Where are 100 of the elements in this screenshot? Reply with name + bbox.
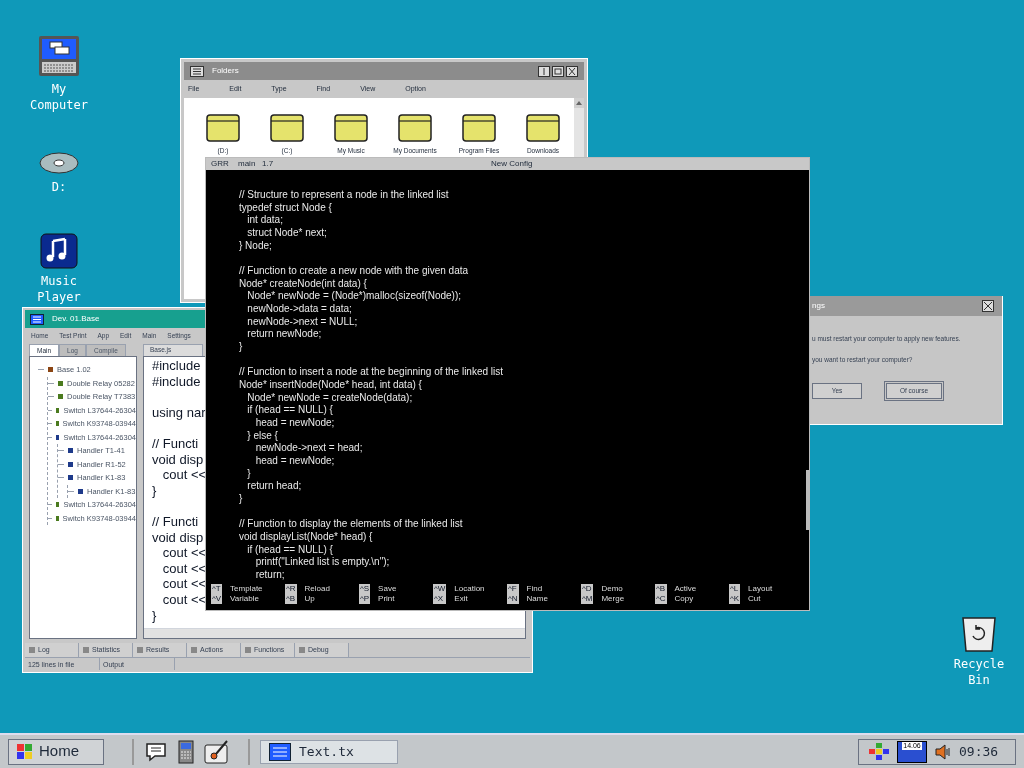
code-line: }: [239, 341, 243, 354]
shortcut-key[interactable]: ^P: [360, 593, 370, 604]
window-title: Folders: [212, 65, 240, 77]
start-button[interactable]: Home: [8, 738, 104, 765]
code-line: head = newNode;: [254, 417, 335, 430]
chat-bubble-icon[interactable]: [144, 740, 168, 763]
tab-icon: [191, 647, 197, 653]
document-icon: [269, 742, 291, 761]
folder-icon: [526, 114, 560, 142]
disc-icon[interactable]: [39, 151, 79, 175]
code-line: return;: [254, 569, 285, 582]
header-text: 1.7: [262, 158, 275, 170]
logo-icon: [17, 743, 33, 760]
header-text: main: [238, 158, 257, 170]
shortcut-label: Cut: [748, 593, 762, 604]
code-line: return head;: [246, 480, 302, 494]
shortcut-label: Merge: [601, 593, 625, 604]
code-line: Node* newNode = createNode(data);: [246, 391, 413, 405]
shortcut-label: Up: [304, 593, 316, 604]
tab-icon: [137, 647, 143, 653]
menu-icon[interactable]: [30, 313, 44, 325]
minimize-icon[interactable]: [538, 65, 550, 77]
shortcut-key[interactable]: ^B: [656, 583, 666, 594]
task-button[interactable]: Text.tx: [260, 739, 398, 764]
shortcut-key[interactable]: ^X: [434, 593, 446, 604]
maximize-icon[interactable]: [552, 65, 564, 77]
shortcut-key[interactable]: ^N: [508, 593, 518, 604]
code-line: Node* insertNode(Node* head, int data) {: [239, 379, 422, 392]
clock: 09:36: [959, 742, 999, 761]
code-line: void displayList(Node* head) {: [239, 531, 373, 544]
shortcut-label: Reload: [304, 583, 330, 594]
menu-icon[interactable]: [190, 65, 204, 77]
shortcut-label: Variable: [230, 593, 260, 604]
scrollbar-thumb[interactable]: [806, 470, 809, 530]
code-line: cout <<: [161, 545, 207, 561]
code-line: newNode->next = NULL;: [246, 315, 358, 329]
folder-icon: [398, 114, 432, 142]
shortcut-label: Name: [526, 593, 548, 604]
code-line: int data;: [246, 214, 283, 227]
code-line: Node* createNode(int data) {: [239, 277, 367, 291]
header-text: GRR: [211, 158, 230, 170]
code-line: } Node;: [239, 239, 272, 253]
folder-icon: [270, 114, 304, 142]
code-line: cout <<: [161, 591, 207, 608]
shortcut-key[interactable]: ^B: [286, 593, 296, 604]
folder-icon: [206, 114, 240, 142]
tab-icon: [245, 647, 251, 653]
code-line: // Structure to represent a node in the linked list: [239, 189, 449, 202]
shortcut-key[interactable]: ^D: [582, 583, 593, 594]
code-line: #include: [152, 358, 201, 374]
window-title: Dev. 01.Base: [52, 313, 100, 325]
code-line: #include: [152, 373, 201, 390]
code-line: typedef struct Node {: [239, 201, 332, 215]
shortcut-key[interactable]: ^V: [212, 593, 222, 604]
shortcut-key[interactable]: ^K: [730, 593, 740, 604]
recycle-bin-icon[interactable]: [961, 614, 997, 652]
shortcut-key[interactable]: ^R: [286, 583, 296, 594]
code-line: // Function to create a new node with the given data: [239, 265, 469, 278]
shortcut-key[interactable]: ^W: [434, 583, 446, 594]
code-line: if (head == NULL) {: [246, 543, 333, 557]
tab-icon: [29, 647, 35, 653]
scrollbar[interactable]: [144, 628, 525, 638]
shortcut-key[interactable]: ^F: [508, 583, 518, 594]
folder-icon: [462, 114, 496, 142]
shortcut-key[interactable]: ^L: [730, 583, 740, 594]
code-line: using nar: [152, 404, 206, 421]
scroll-up-icon[interactable]: [574, 98, 584, 108]
code-line: newNode->next = head;: [254, 442, 363, 456]
tab-icon: [299, 647, 305, 653]
shortcut-label: Find: [526, 583, 544, 594]
code-line: // Function to display the elements of the linked list: [239, 518, 463, 532]
shortcut-label: Copy: [674, 593, 695, 604]
speaker-icon[interactable]: [935, 743, 951, 760]
network-icon[interactable]: [869, 742, 889, 761]
code-line: printf("Linked list is empty.\n");: [254, 556, 390, 570]
shortcut-key[interactable]: ^M: [582, 593, 593, 604]
folder-icon: [334, 114, 368, 142]
code-line: }: [246, 467, 251, 481]
shortcut-label: Print: [378, 593, 396, 604]
computer-icon[interactable]: [38, 35, 80, 77]
shortcut-label: Layout: [748, 583, 773, 594]
close-icon[interactable]: [982, 300, 994, 312]
music-note-icon[interactable]: [40, 233, 78, 269]
code-line: newNode->data = data;: [246, 303, 352, 316]
close-icon[interactable]: [566, 65, 578, 77]
shortcut-key[interactable]: ^C: [656, 593, 666, 604]
code-line: // Functi: [152, 513, 199, 530]
paint-brush-icon[interactable]: [204, 739, 230, 764]
calculator-icon[interactable]: [178, 739, 194, 764]
shortcut-label: Active: [674, 583, 697, 594]
code-line: }: [239, 493, 243, 506]
code-line: if (head == NULL) {: [246, 404, 333, 418]
code-line: cout <<: [161, 576, 207, 592]
shortcut-key[interactable]: ^T: [212, 583, 222, 594]
code-line: void disp: [152, 529, 204, 546]
window-title: New Config: [491, 158, 533, 170]
shortcut-label: Template: [230, 583, 263, 594]
shortcut-key[interactable]: ^S: [360, 583, 370, 594]
tab-icon: [83, 647, 89, 653]
shortcut-label: Save: [378, 583, 397, 594]
